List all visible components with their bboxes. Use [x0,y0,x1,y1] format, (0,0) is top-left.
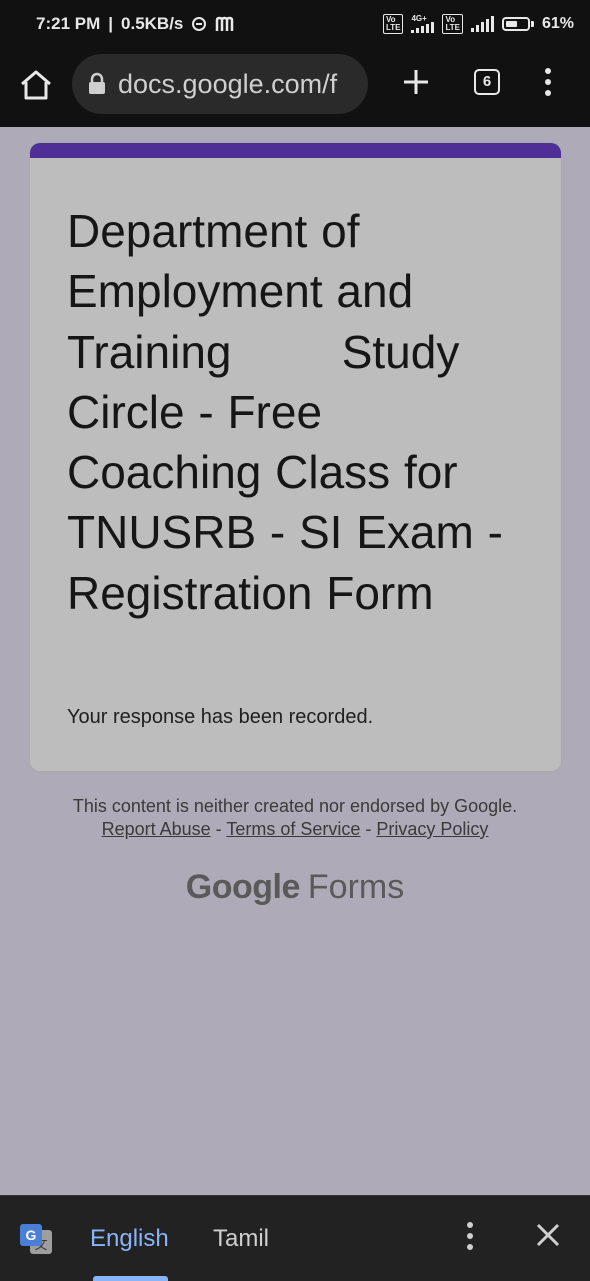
data-saver-icon [192,17,207,31]
google-forms-logo[interactable]: Google Forms [0,868,590,907]
signal-strength-icon-2 [470,16,494,32]
link-separator: - [360,819,377,839]
brand-google: Google [185,868,301,906]
form-title: Department of Employment and Training St… [67,205,517,619]
language-tab-tamil[interactable]: Tamil [213,1224,269,1254]
translate-bar: 文 G English Tamil [0,1195,590,1281]
status-right: Vo LTE 4G+ Vo LTE 61% [382,14,574,34]
footer-links: Report Abuse - Terms of Service - Privac… [0,818,590,841]
disclaimer-text: This content is neither created nor endo… [72,796,518,816]
url-text[interactable]: docs.google.com/f [118,69,337,100]
confirmation-message: Your response has been recorded. [67,706,374,728]
lock-icon[interactable] [88,72,106,96]
more-options-icon[interactable] [538,66,558,98]
address-bar[interactable]: docs.google.com/f [72,54,368,114]
status-speed: 0.5KB/s [121,14,184,33]
google-translate-icon: 文 G [20,1224,52,1254]
close-icon[interactable] [533,1220,563,1250]
status-left: 7:21 PM | 0.5KB/s [36,14,237,34]
battery-percent: 61% [541,15,574,32]
status-bar: 7:21 PM | 0.5KB/s Vo LTE 4G+ Vo LTE 61% [0,0,590,52]
browser-toolbar: docs.google.com/f 6 [0,52,590,127]
network-type-label: 4G+ [411,14,427,23]
translate-options-icon[interactable] [460,1220,480,1252]
active-language-indicator [93,1276,168,1281]
privacy-policy-link[interactable]: Privacy Policy [376,819,488,839]
signal-strength-icon-1 [411,22,435,33]
terms-of-service-link[interactable]: Terms of Service [226,819,360,839]
home-icon[interactable] [18,67,54,103]
volte-icon: Vo LTE [382,14,404,34]
status-time: 7:21 PM [36,14,101,33]
brand-forms: Forms [307,868,405,906]
new-tab-icon[interactable] [398,64,434,100]
m-app-icon [216,16,234,31]
language-tab-english[interactable]: English [90,1224,169,1254]
form-accent-bar [30,143,561,158]
tab-switcher-button[interactable]: 6 [474,69,500,95]
battery-icon [501,17,534,31]
link-separator: - [210,819,227,839]
volte-icon-2: Vo LTE [442,14,463,34]
report-abuse-link[interactable]: Report Abuse [102,819,211,839]
svg-text:G: G [26,1227,37,1243]
form-card: Department of Employment and Training St… [30,143,561,771]
